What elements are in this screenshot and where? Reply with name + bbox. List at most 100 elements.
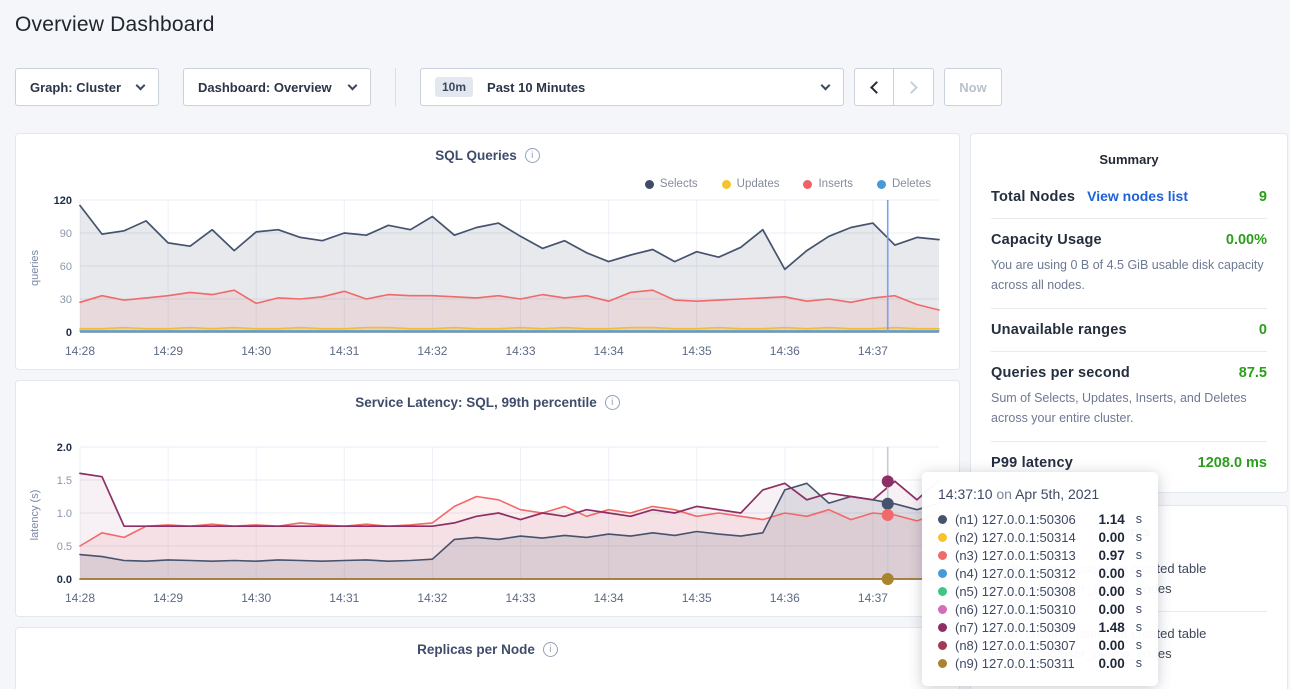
summary-row: Unavailable ranges0 (991, 308, 1267, 351)
node-latency-unit: s (1136, 548, 1142, 562)
dashboard-dropdown[interactable]: Dashboard: Overview (183, 68, 371, 106)
svg-text:14:32: 14:32 (417, 591, 447, 605)
node-latency-value: 0.00 (1098, 530, 1124, 545)
svg-text:14:35: 14:35 (682, 591, 712, 605)
summary-row-head: Total NodesView nodes list9 (991, 188, 1267, 205)
tooltip-row: (n7) 127.0.0.1:50309 1.48 s (938, 618, 1142, 636)
info-icon[interactable]: i (543, 642, 558, 657)
node-address: (n7) 127.0.0.1:50309 (955, 620, 1076, 635)
chart-title: Replicas per Node (417, 642, 535, 657)
node-color-dot-icon (938, 515, 947, 524)
next-time-button[interactable] (894, 68, 934, 106)
node-latency-unit: s (1136, 638, 1142, 652)
view-nodes-link[interactable]: View nodes list (1087, 188, 1188, 204)
chart-legend: Selects Updates Inserts Deletes (645, 178, 931, 190)
hover-tooltip: 14:37:10 on Apr 5th, 2021 (n1) 127.0.0.1… (922, 472, 1158, 686)
svg-text:0.0: 0.0 (57, 574, 72, 586)
svg-text:14:30: 14:30 (241, 591, 271, 605)
chart-title-row: Replicas per Node i (16, 628, 959, 657)
tooltip-timestamp: 14:37:10 on Apr 5th, 2021 (938, 486, 1142, 502)
node-latency-unit: s (1136, 656, 1142, 670)
time-range-badge: 10m (435, 77, 473, 97)
legend-dot-icon (645, 180, 654, 189)
node-address: (n6) 127.0.0.1:50310 (955, 602, 1076, 617)
legend-label: Updates (737, 178, 780, 190)
node-latency-unit: s (1136, 620, 1142, 634)
summary-description: Sum of Selects, Updates, Inserts, and De… (991, 388, 1267, 428)
node-address: (n2) 127.0.0.1:50314 (955, 530, 1076, 545)
tooltip-row: (n9) 127.0.0.1:503110.00s (938, 654, 1142, 672)
tooltip-date: Apr 5th, 2021 (1015, 486, 1099, 502)
now-button[interactable]: Now (944, 68, 1002, 106)
tooltip-time: 14:37:10 (938, 486, 993, 502)
legend-dot-icon (803, 180, 812, 189)
summary-value: 1208.0 ms (1198, 455, 1267, 471)
node-address: (n9) 127.0.0.1:50311 (955, 656, 1075, 671)
node-address: (n5) 127.0.0.1:50308 (955, 584, 1076, 599)
chevron-down-icon (348, 81, 358, 91)
legend-item[interactable]: Updates (722, 178, 780, 190)
svg-text:14:31: 14:31 (329, 344, 359, 358)
svg-text:14:29: 14:29 (153, 591, 183, 605)
summary-description: You are using 0 B of 4.5 GiB usable disk… (991, 255, 1267, 295)
node-latency-unit: s (1136, 602, 1142, 616)
info-icon[interactable]: i (525, 148, 540, 163)
summary-row-head: Queries per second87.5 (991, 365, 1267, 381)
node-address: (n1) 127.0.0.1:50306 (955, 512, 1076, 527)
node-latency-value: 1.48 (1098, 620, 1124, 635)
service-latency-chart[interactable]: 14:2814:2914:3014:3114:3214:3314:3414:35… (24, 437, 949, 609)
legend-label: Selects (660, 178, 698, 190)
svg-text:14:35: 14:35 (682, 344, 712, 358)
time-range-label: Past 10 Minutes (487, 80, 585, 95)
prev-time-button[interactable] (854, 68, 894, 106)
svg-text:90: 90 (60, 228, 72, 240)
node-address: (n4) 127.0.0.1:50312 (955, 566, 1076, 581)
svg-text:2.0: 2.0 (57, 442, 72, 454)
time-range-dropdown[interactable]: 10m Past 10 Minutes (420, 68, 844, 106)
node-address: (n8) 127.0.0.1:50307 (955, 638, 1076, 653)
node-color-dot-icon (938, 641, 947, 650)
svg-text:14:36: 14:36 (770, 591, 800, 605)
summary-value: 0 (1259, 322, 1267, 338)
time-step-buttons (854, 68, 934, 106)
node-color-dot-icon (938, 605, 947, 614)
chevron-left-icon (870, 81, 883, 94)
tooltip-row: (n1) 127.0.0.1:503061.14s (938, 510, 1142, 528)
sql-queries-card: SQL Queries i Selects Updates Inserts Delet… (15, 133, 960, 370)
summary-row: Queries per second87.5 Sum of Selects, Up… (991, 351, 1267, 441)
legend-item[interactable]: Selects (645, 178, 698, 190)
sql-queries-chart[interactable]: 14:2814:2914:3014:3114:3214:3314:3414:35… (24, 190, 949, 362)
svg-text:1.0: 1.0 (57, 508, 72, 520)
page-title: Overview Dashboard (15, 13, 215, 37)
legend-dot-icon (722, 180, 731, 189)
info-icon[interactable]: i (605, 395, 620, 410)
summary-row-head: P99 latency 1208.0 ms (991, 455, 1267, 471)
node-address: (n3) 127.0.0.1:50313 (955, 548, 1076, 563)
node-color-dot-icon (938, 587, 947, 596)
svg-text:14:30: 14:30 (241, 344, 271, 358)
tooltip-rows: (n1) 127.0.0.1:503061.14s (n2) 127.0.0.1:… (938, 510, 1142, 672)
tooltip-on-word: on (996, 486, 1012, 502)
summary-title: Summary (991, 152, 1267, 167)
tooltip-row: (n3) 127.0.0.1:503130.97s (938, 546, 1142, 564)
graph-dropdown[interactable]: Graph: Cluster (15, 68, 159, 106)
svg-text:14:31: 14:31 (329, 591, 359, 605)
graph-dropdown-label: Graph: Cluster (30, 80, 121, 95)
node-latency-value: 0.00 (1098, 584, 1124, 599)
node-latency-unit: s (1136, 584, 1142, 598)
svg-text:14:33: 14:33 (505, 344, 535, 358)
summary-row: Total NodesView nodes list9 (991, 175, 1267, 218)
summary-row-head: Unavailable ranges0 (991, 322, 1267, 338)
tooltip-row: (n4) 127.0.0.1:503120.00s (938, 564, 1142, 582)
service-latency-card: Service Latency: SQL, 99th percentile i … (15, 380, 960, 617)
legend-item[interactable]: Inserts (803, 178, 853, 190)
summary-label: P99 latency (991, 455, 1073, 471)
summary-label: Capacity Usage (991, 232, 1102, 248)
svg-text:14:36: 14:36 (770, 344, 800, 358)
chart-title: SQL Queries (435, 148, 517, 163)
node-color-dot-icon (938, 623, 947, 632)
legend-item[interactable]: Deletes (877, 178, 931, 190)
svg-text:60: 60 (60, 261, 72, 273)
svg-text:1.5: 1.5 (57, 475, 72, 487)
svg-text:14:33: 14:33 (505, 591, 535, 605)
